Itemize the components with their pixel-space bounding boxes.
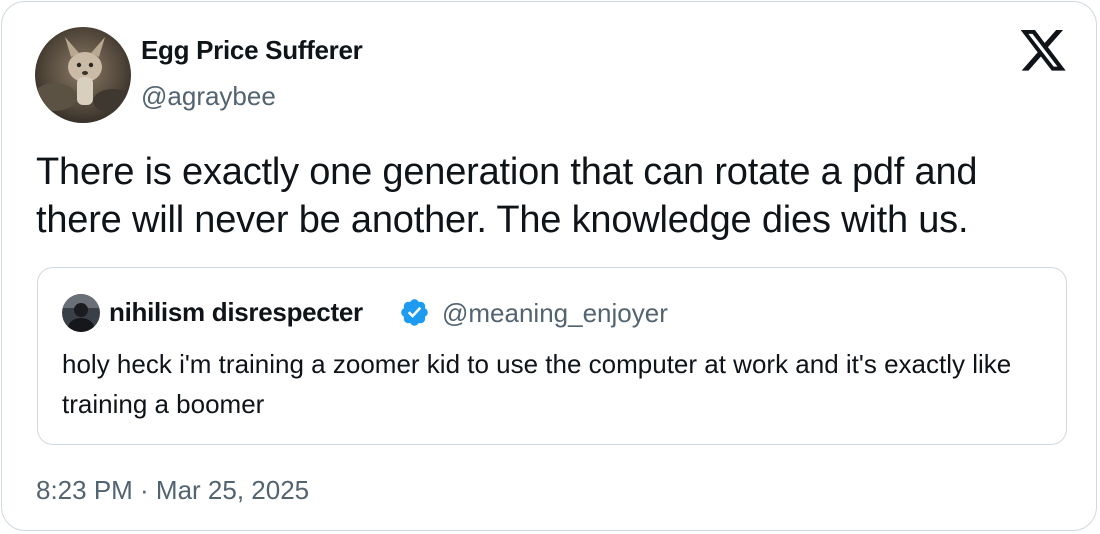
verified-badge-icon	[399, 297, 430, 328]
tweet-text: There is exactly one generation that can…	[36, 151, 978, 241]
tweet-card: Egg Price Sufferer @agraybee There is ex…	[1, 1, 1097, 531]
quoted-author-name[interactable]: nihilism disrespecter	[109, 297, 363, 328]
author-avatar[interactable]	[35, 27, 131, 123]
quoted-tweet[interactable]: nihilism disrespecter @meaning_enjoyer h…	[37, 267, 1067, 445]
quoted-author-avatar[interactable]	[62, 294, 100, 332]
tweet-timestamp[interactable]: 8:23 PM · Mar 25, 2025	[36, 475, 309, 506]
avatar-photo	[35, 27, 131, 123]
quoted-tweet-text: holy heck i'm training a zoomer kid to u…	[62, 349, 1012, 419]
quoted-avatar-photo	[62, 294, 100, 332]
author-handle[interactable]: @agraybee	[141, 81, 276, 112]
author-name[interactable]: Egg Price Sufferer	[141, 35, 363, 66]
x-logo-icon[interactable]	[1020, 30, 1066, 72]
quoted-author-handle[interactable]: @meaning_enjoyer	[442, 298, 668, 329]
